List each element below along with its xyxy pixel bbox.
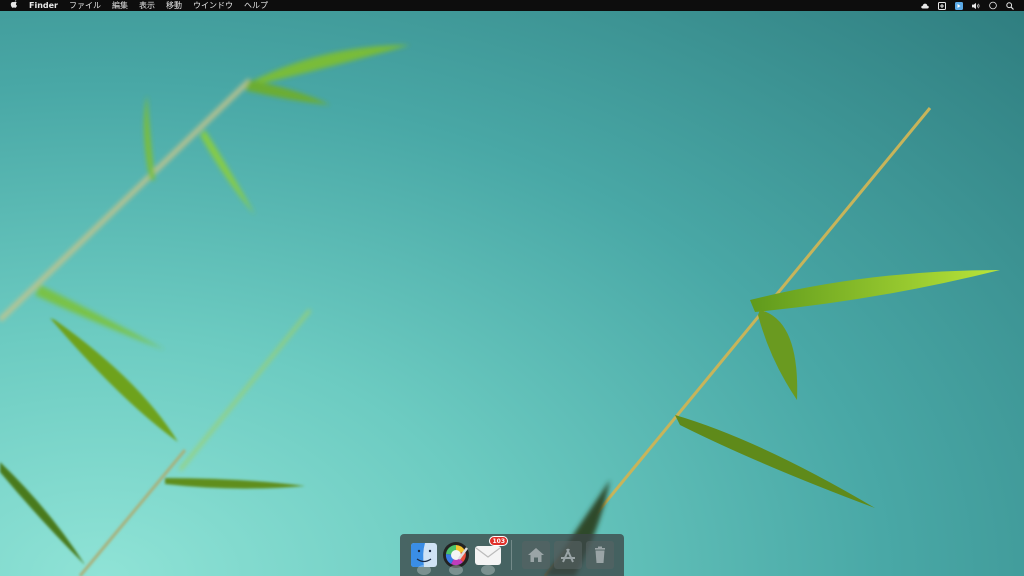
menu-edit[interactable]: 編集 (112, 0, 128, 11)
trash-icon (586, 541, 614, 569)
apple-menu-icon[interactable] (10, 0, 18, 11)
menu-view[interactable]: 表示 (139, 0, 155, 11)
dock-divider (511, 540, 512, 570)
menu-help[interactable]: ヘルプ (244, 0, 268, 11)
app-store-icon (554, 541, 582, 569)
search-icon[interactable] (1006, 1, 1014, 10)
dock: 103 (400, 534, 624, 576)
dock-trash[interactable] (586, 541, 614, 569)
menu-go[interactable]: 移動 (166, 0, 182, 11)
cloud-icon[interactable] (921, 2, 929, 10)
menu-window[interactable]: ウインドウ (193, 0, 233, 11)
menu-bar: Finder ファイル 編集 表示 移動 ウインドウ ヘルプ (0, 0, 1024, 11)
app-name-menu[interactable]: Finder (29, 0, 58, 11)
menu-file[interactable]: ファイル (69, 0, 101, 11)
dock-home-folder[interactable] (522, 541, 550, 569)
badge-icon[interactable] (955, 1, 963, 10)
volume-icon[interactable] (972, 2, 980, 10)
plus-box-icon[interactable] (938, 1, 946, 10)
mail-badge: 103 (489, 536, 508, 546)
dock-applications-folder[interactable] (554, 541, 582, 569)
dock-finder[interactable] (410, 541, 438, 575)
circle-icon[interactable] (989, 1, 997, 10)
dock-color-picker[interactable] (442, 541, 470, 575)
desktop-wallpaper (0, 45, 1000, 576)
dock-mail[interactable]: 103 (474, 536, 508, 575)
home-icon (522, 541, 550, 569)
